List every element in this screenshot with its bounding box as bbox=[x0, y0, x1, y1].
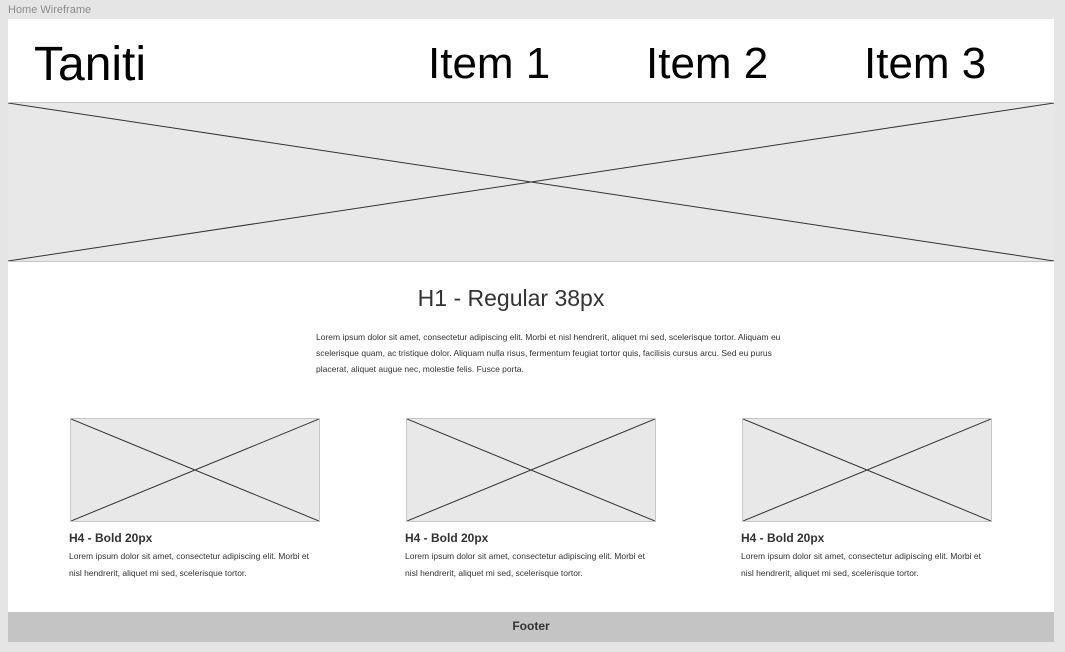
card-text: Lorem ipsum dolor sit amet, consectetur … bbox=[405, 551, 645, 578]
card-text: Lorem ipsum dolor sit amet, consectetur … bbox=[741, 551, 981, 578]
nav-item-3[interactable]: Item 3 bbox=[864, 39, 986, 89]
placeholder-cross-icon bbox=[407, 419, 655, 521]
card-image-placeholder bbox=[742, 418, 992, 522]
nav-item-2[interactable]: Item 2 bbox=[646, 39, 768, 89]
intro-paragraph: Lorem ipsum dolor sit amet, consectetur … bbox=[316, 332, 781, 374]
nav-item-1[interactable]: Item 1 bbox=[428, 39, 550, 89]
card-title: H4 - Bold 20px bbox=[741, 531, 825, 545]
card-image-placeholder bbox=[70, 418, 320, 522]
card-title: H4 - Bold 20px bbox=[405, 531, 489, 545]
frame-label: Home Wireframe bbox=[8, 4, 92, 16]
wireframe-frame: Taniti Item 1 Item 2 Item 3 H1 - Regular… bbox=[8, 19, 1054, 642]
footer: Footer bbox=[8, 612, 1054, 642]
page-heading: H1 - Regular 38px bbox=[417, 285, 605, 311]
placeholder-cross-icon bbox=[743, 419, 991, 521]
placeholder-cross-icon bbox=[71, 419, 319, 521]
logo[interactable]: Taniti bbox=[34, 37, 146, 93]
footer-label: Footer bbox=[512, 619, 550, 633]
card-title: H4 - Bold 20px bbox=[69, 531, 153, 545]
card-text: Lorem ipsum dolor sit amet, consectetur … bbox=[69, 551, 309, 578]
card-image-placeholder bbox=[406, 418, 656, 522]
header: Taniti Item 1 Item 2 Item 3 bbox=[8, 19, 1054, 102]
hero-image-placeholder bbox=[8, 102, 1054, 262]
placeholder-cross-icon bbox=[8, 103, 1054, 261]
